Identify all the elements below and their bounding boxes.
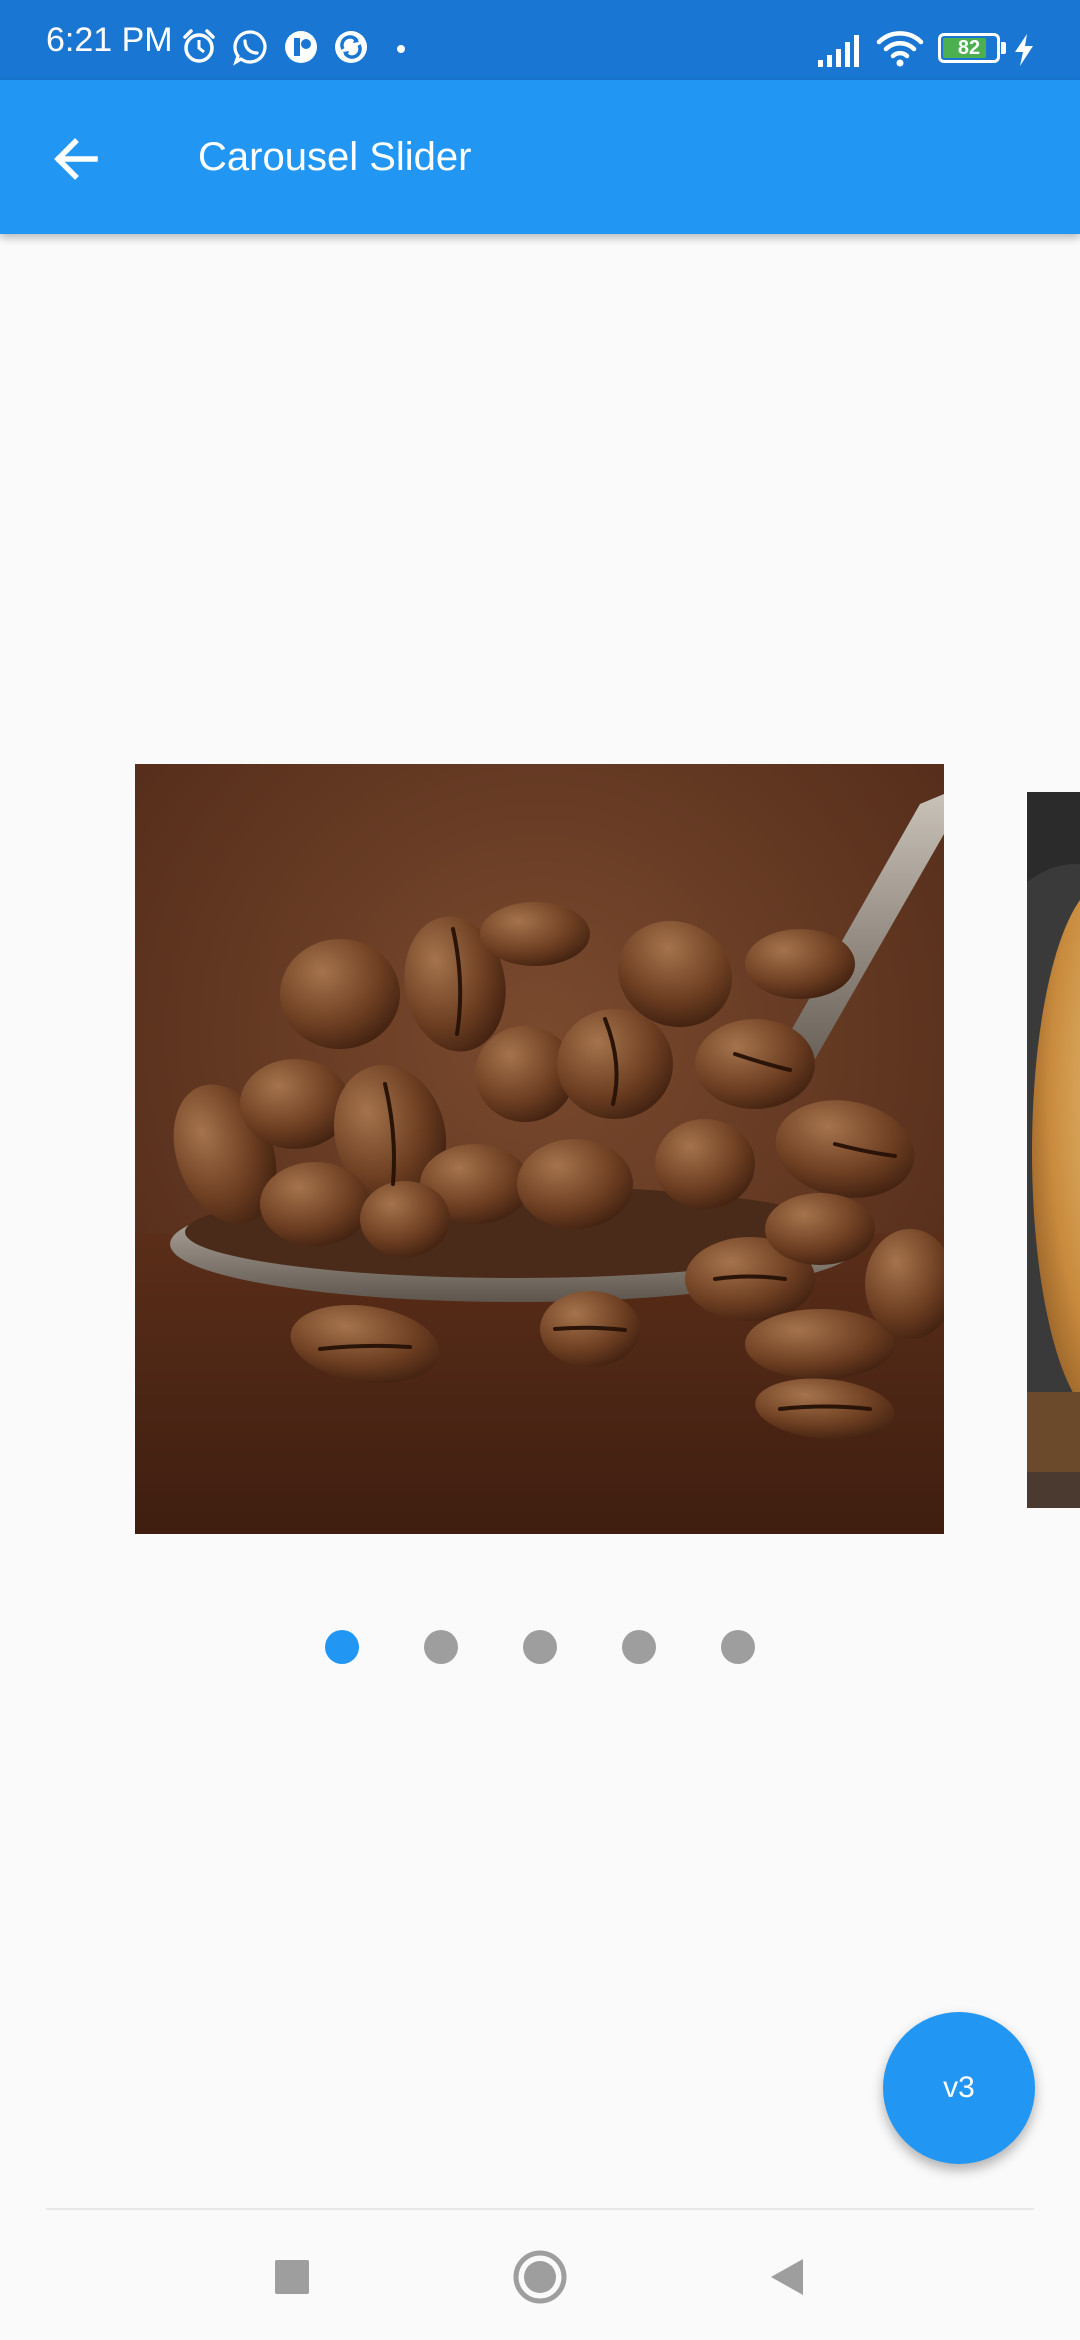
carousel-indicators [0, 1630, 1080, 1664]
indicator-dot-1[interactable] [325, 1630, 359, 1664]
battery-icon: 82 [938, 33, 1000, 63]
indicator-dot-3[interactable] [523, 1630, 557, 1664]
system-back-button[interactable] [752, 2242, 822, 2312]
indicator-dot-5[interactable] [721, 1630, 755, 1664]
system-nav-bar [0, 2210, 1080, 2340]
back-triangle-icon [771, 2259, 803, 2295]
home-circle-icon [513, 2250, 567, 2304]
status-time: 6:21 PM [46, 21, 173, 59]
alarm-icon [183, 29, 215, 63]
whatsapp-icon [233, 30, 267, 66]
battery-level: 82 [957, 37, 981, 59]
carousel-slide-bread[interactable] [1027, 792, 1080, 1508]
more-notifications-dot [397, 45, 405, 53]
status-bar: 6:21 PM 82 [0, 0, 1080, 80]
recents-button[interactable] [257, 2242, 327, 2312]
indicator-dot-4[interactable] [622, 1630, 656, 1664]
bread-image [1027, 792, 1080, 1508]
carousel-slide-coffee[interactable] [135, 764, 944, 1534]
sync-icon [335, 31, 367, 63]
coffee-beans-image [135, 764, 944, 1534]
home-button[interactable] [505, 2242, 575, 2312]
version-fab[interactable]: v3 [883, 2012, 1035, 2164]
app-notification-icon [285, 31, 317, 63]
signal-icon [818, 35, 859, 67]
recents-square-icon [275, 2260, 309, 2294]
arrow-back-icon [54, 138, 98, 180]
charging-icon [1015, 34, 1033, 66]
app-bar: Carousel Slider [0, 80, 1080, 234]
indicator-dot-2[interactable] [424, 1630, 458, 1664]
carousel-slider[interactable] [0, 764, 1080, 1536]
wifi-icon [876, 31, 924, 67]
back-button[interactable] [36, 121, 116, 197]
page-title: Carousel Slider [198, 135, 472, 179]
battery-tip [1001, 42, 1006, 54]
